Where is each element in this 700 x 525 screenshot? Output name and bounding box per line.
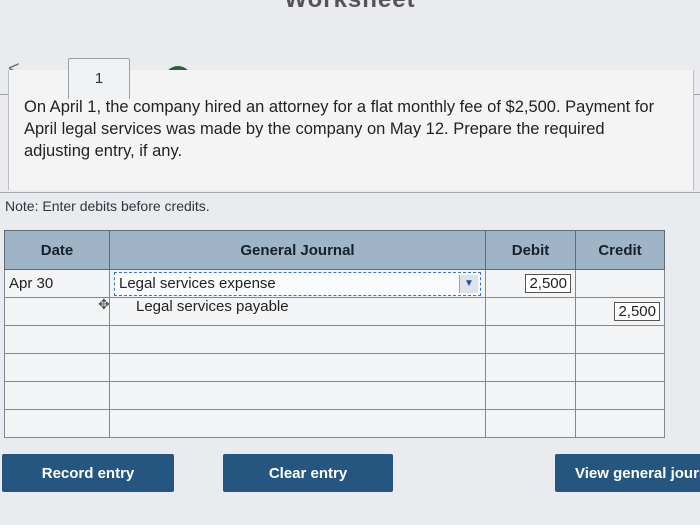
account-cell[interactable] (109, 381, 486, 410)
credit-header: Credit (575, 230, 665, 270)
credit-cell[interactable] (575, 353, 665, 382)
date-header: Date (4, 230, 110, 270)
debit-cell[interactable] (485, 325, 576, 354)
debit-cell[interactable]: 2,500 (485, 269, 576, 298)
note-text: Note: Enter debits before credits. (5, 198, 210, 214)
account-header: General Journal (109, 230, 486, 270)
date-cell[interactable] (4, 353, 110, 382)
account-value: Legal services expense (119, 274, 276, 292)
table-row: Apr 30 Legal services expense ▼ 2,500 (4, 269, 665, 298)
account-cell[interactable] (109, 353, 486, 382)
page-title: Worksheet (0, 0, 700, 14)
table-row (4, 409, 665, 438)
question-text: On April 1, the company hired an attorne… (24, 98, 655, 160)
tab-1[interactable]: 1 (68, 58, 130, 99)
date-cell[interactable] (4, 409, 110, 438)
debit-cell[interactable] (485, 297, 576, 326)
date-cell[interactable]: Apr 30 (4, 269, 110, 298)
clear-entry-button[interactable]: Clear entry (223, 454, 393, 492)
account-cell[interactable]: ✥ Legal services payable (98, 296, 486, 326)
credit-amount[interactable]: 2,500 (614, 302, 660, 321)
table-row (4, 325, 665, 354)
date-cell[interactable] (4, 325, 110, 354)
move-cursor-icon: ✥ (98, 296, 110, 312)
debit-cell[interactable] (485, 353, 576, 382)
credit-cell[interactable] (575, 381, 665, 410)
journal-table: Date General Journal Debit Credit Apr 30… (4, 230, 665, 438)
credit-cell[interactable]: 2,500 (575, 297, 665, 326)
credit-cell[interactable] (575, 409, 665, 438)
debit-cell[interactable] (485, 409, 576, 438)
debit-header: Debit (485, 230, 576, 270)
debit-cell[interactable] (485, 381, 576, 410)
date-cell[interactable] (4, 381, 110, 410)
account-cell[interactable] (109, 409, 486, 438)
account-value: Legal services payable (136, 298, 289, 315)
table-row: ✥ Legal services payable 2,500 (4, 296, 665, 326)
table-row (4, 353, 665, 382)
view-general-journal-button[interactable]: View general journ (555, 454, 700, 492)
table-row (4, 381, 665, 410)
credit-cell[interactable] (575, 269, 665, 298)
date-cell[interactable] (4, 297, 110, 326)
record-entry-button[interactable]: Record entry (2, 454, 174, 492)
credit-cell[interactable] (575, 325, 665, 354)
account-cell[interactable] (109, 325, 486, 354)
account-cell[interactable]: Legal services expense ▼ (109, 269, 486, 298)
dropdown-arrow-icon[interactable]: ▼ (459, 274, 478, 293)
debit-amount[interactable]: 2,500 (525, 274, 571, 293)
section-divider (0, 192, 700, 193)
account-select[interactable]: Legal services expense ▼ (114, 271, 481, 296)
